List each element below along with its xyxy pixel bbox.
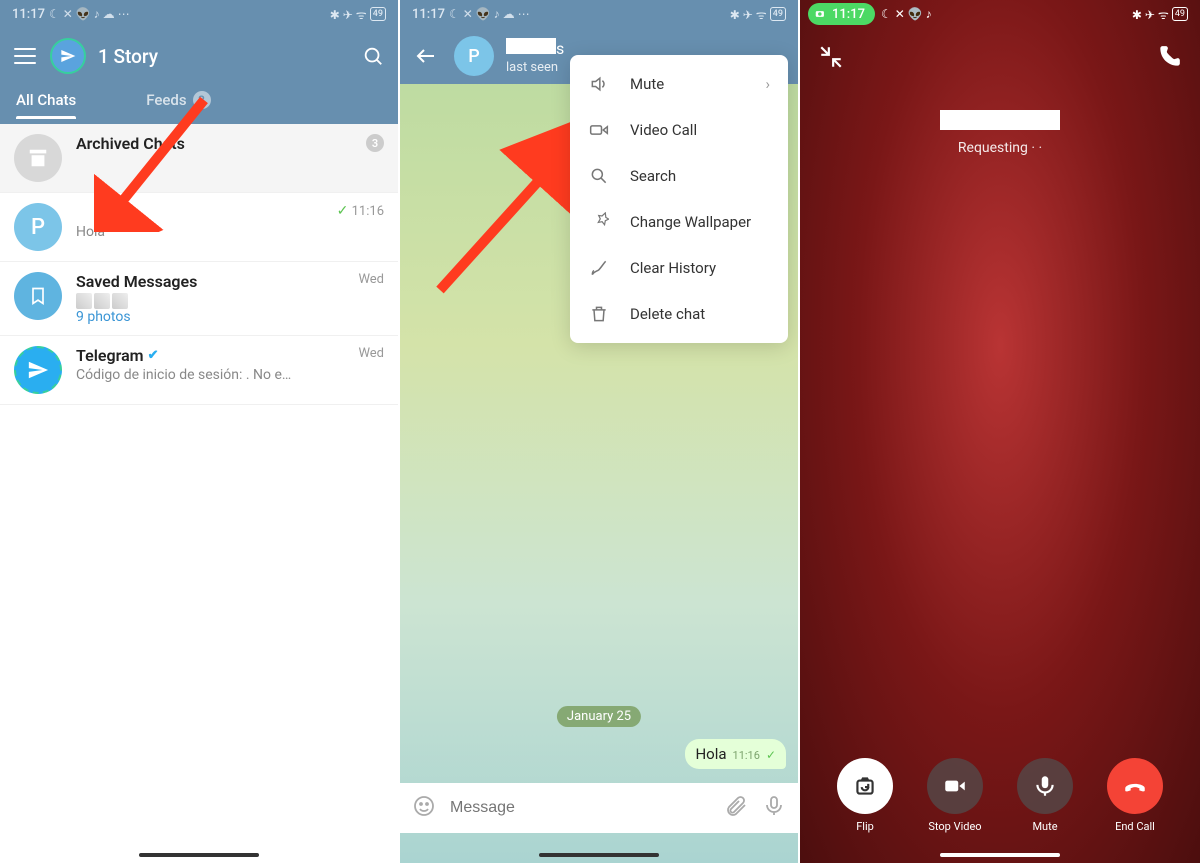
mute-button[interactable]: Mute [1017,758,1073,833]
date-chip: January 25 [557,706,641,727]
chat-preview: Código de inicio de sesión: . No e… [76,367,358,383]
chevron-right-icon: › [765,75,770,93]
brush-icon [588,257,610,279]
pin-icon [588,211,610,233]
feeds-badge: 3 [193,91,211,109]
archive-icon [14,134,62,182]
screen-chat-list: 11:17 ☾ ✕ 👽 ♪ ☁ ⋯ ✱ ✈ ᯤ 49 1 Story All C… [0,0,400,863]
screen-chat-menu: 11:17 ☾ ✕ 👽 ♪ ☁ ⋯ ✱ ✈ ᯤ 49 P s last seen… [400,0,800,863]
flip-icon [837,758,893,814]
video-icon [588,119,610,141]
search-icon[interactable] [362,45,384,67]
microphone-icon [1017,758,1073,814]
attach-icon[interactable] [724,794,748,822]
speaker-icon [588,73,610,95]
verified-icon: ✔ [148,348,159,363]
chat-row-telegram[interactable]: Telegram ✔ Código de inicio de sesión: .… [0,336,398,405]
archived-title: Archived Chats [76,134,366,153]
menu-clear-history[interactable]: Clear History [570,245,788,291]
minimize-icon[interactable] [818,44,844,70]
message-input[interactable] [450,799,710,817]
home-indicator [539,853,659,857]
screen-video-call: 11:17 ☾ ✕ 👽 ♪ ✱ ✈ ᯤ 49 Requesting · · Fl… [800,0,1200,863]
video-icon [927,758,983,814]
menu-button[interactable] [14,48,36,64]
archived-badge: 3 [366,134,384,152]
telegram-avatar-icon [14,346,62,394]
tab-feeds[interactable]: Feeds 3 [146,91,210,117]
chat-dropdown-menu: Mute › Video Call Search Change Wallpape… [570,55,788,343]
menu-search[interactable]: Search [570,153,788,199]
telegram-icon[interactable] [50,38,86,74]
message-input-bar [400,783,798,833]
search-icon [588,165,610,187]
status-time: 11:17 [12,7,45,22]
call-status: Requesting · · [940,140,1060,156]
camera-indicator: 11:17 [808,3,875,25]
menu-mute[interactable]: Mute › [570,61,788,107]
end-call-icon [1107,758,1163,814]
chat-preview: Hola [76,224,337,240]
header-title: 1 Story [98,45,362,68]
end-call-button[interactable]: End Call [1107,758,1163,833]
caller-name-mask [940,110,1060,130]
menu-change-wallpaper[interactable]: Change Wallpaper [570,199,788,245]
phone-icon[interactable] [1156,44,1182,70]
flip-camera-button[interactable]: Flip [837,758,893,833]
status-bar: 11:17 ☾ ✕ 👽 ♪ ☁ ⋯ ✱ ✈ ᯤ 49 [0,0,398,28]
home-indicator [940,853,1060,857]
chat-row-p[interactable]: P Hola ✓ 11:16 [0,193,398,262]
status-bar: 11:17 ☾ ✕ 👽 ♪ ✱ ✈ ᯤ 49 [800,0,1200,28]
check-icon: ✓ [766,748,776,762]
emoji-icon[interactable] [412,794,436,822]
archived-chats[interactable]: Archived Chats 3 [0,124,398,193]
home-indicator [139,853,259,857]
caller-info: Requesting · · [940,110,1060,156]
chat-title: Saved Messages [76,272,358,291]
status-bar: 11:17 ☾ ✕ 👽 ♪ ☁ ⋯ ✱ ✈ ᯤ 49 [400,0,798,28]
tab-all-chats[interactable]: All Chats [16,91,76,117]
chat-row-saved[interactable]: Saved Messages 9 photos Wed [0,262,398,336]
trash-icon [588,303,610,325]
back-button[interactable] [414,44,438,68]
message-bubble[interactable]: Hola 11:16 ✓ [685,739,786,769]
stop-video-button[interactable]: Stop Video [927,758,983,833]
microphone-icon[interactable] [762,794,786,822]
battery-indicator: 49 [370,7,386,21]
contact-avatar[interactable]: P [454,36,494,76]
contact-avatar: P [14,203,62,251]
menu-delete-chat[interactable]: Delete chat [570,291,788,337]
bookmark-icon [14,272,62,320]
menu-video-call[interactable]: Video Call [570,107,788,153]
